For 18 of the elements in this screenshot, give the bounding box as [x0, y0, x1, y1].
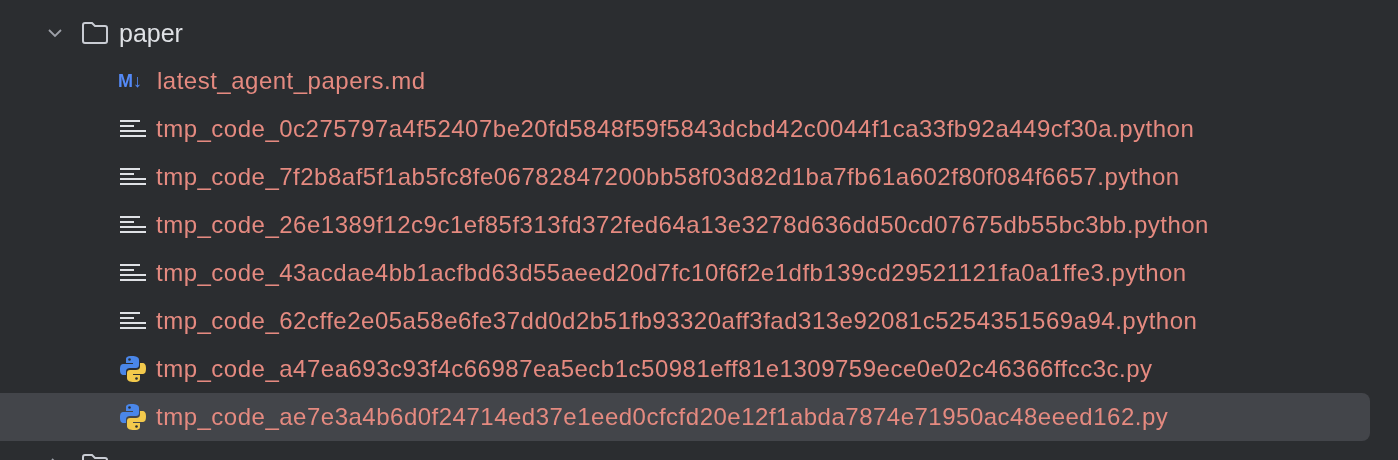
file-item[interactable]: tmp_code_0c275797a4f52407be20fd5848f59f5843dcbd42c0044f1ca33fb92a449cf30a.python: [0, 105, 1370, 153]
file-item[interactable]: tmp_code_26e1389f12c9c1ef85f313fd372fed64a13e3278d636dd50cd07675db55bc3bb.python: [0, 201, 1370, 249]
python-icon: [118, 354, 148, 384]
file-item[interactable]: tmp_code_7f2b8af5f1ab5fc8fe06782847200bb58f03d82d1ba7fb61a602f80f084f6657.python: [0, 153, 1370, 201]
file-item[interactable]: M↓ latest_agent_papers.md: [0, 57, 1370, 105]
text-file-icon: [118, 263, 148, 283]
folder-name[interactable]: paper: [119, 18, 183, 48]
python-icon: [118, 402, 148, 432]
file-item[interactable]: tmp_code_ae7e3a4b6d0f24714ed37e1eed0cfcfd20e12f1abda7874e71950ac48eeed162.py: [0, 393, 1370, 441]
text-file-icon: [118, 167, 148, 187]
file-item[interactable]: tmp_code_43acdae4bb1acfbd63d55aeed20d7fc10f6f2e1dfb139cd29521121fa0a1ffe3.python: [0, 249, 1370, 297]
text-file-icon: [118, 215, 148, 235]
folder-icon: [81, 21, 109, 45]
markdown-icon: M↓: [118, 70, 149, 92]
text-file-icon: [118, 311, 148, 331]
text-file-icon: [118, 119, 148, 139]
file-item[interactable]: tmp_code_a47ea693c93f4c66987ea5ecb1c50981eff81e1309759ece0e02c46366ffcc3c.py: [0, 345, 1370, 393]
file-item[interactable]: tmp_code_62cffe2e05a58e6fe37dd0d2b51fb93320aff3fad313e92081c5254351569a94.python: [0, 297, 1370, 345]
